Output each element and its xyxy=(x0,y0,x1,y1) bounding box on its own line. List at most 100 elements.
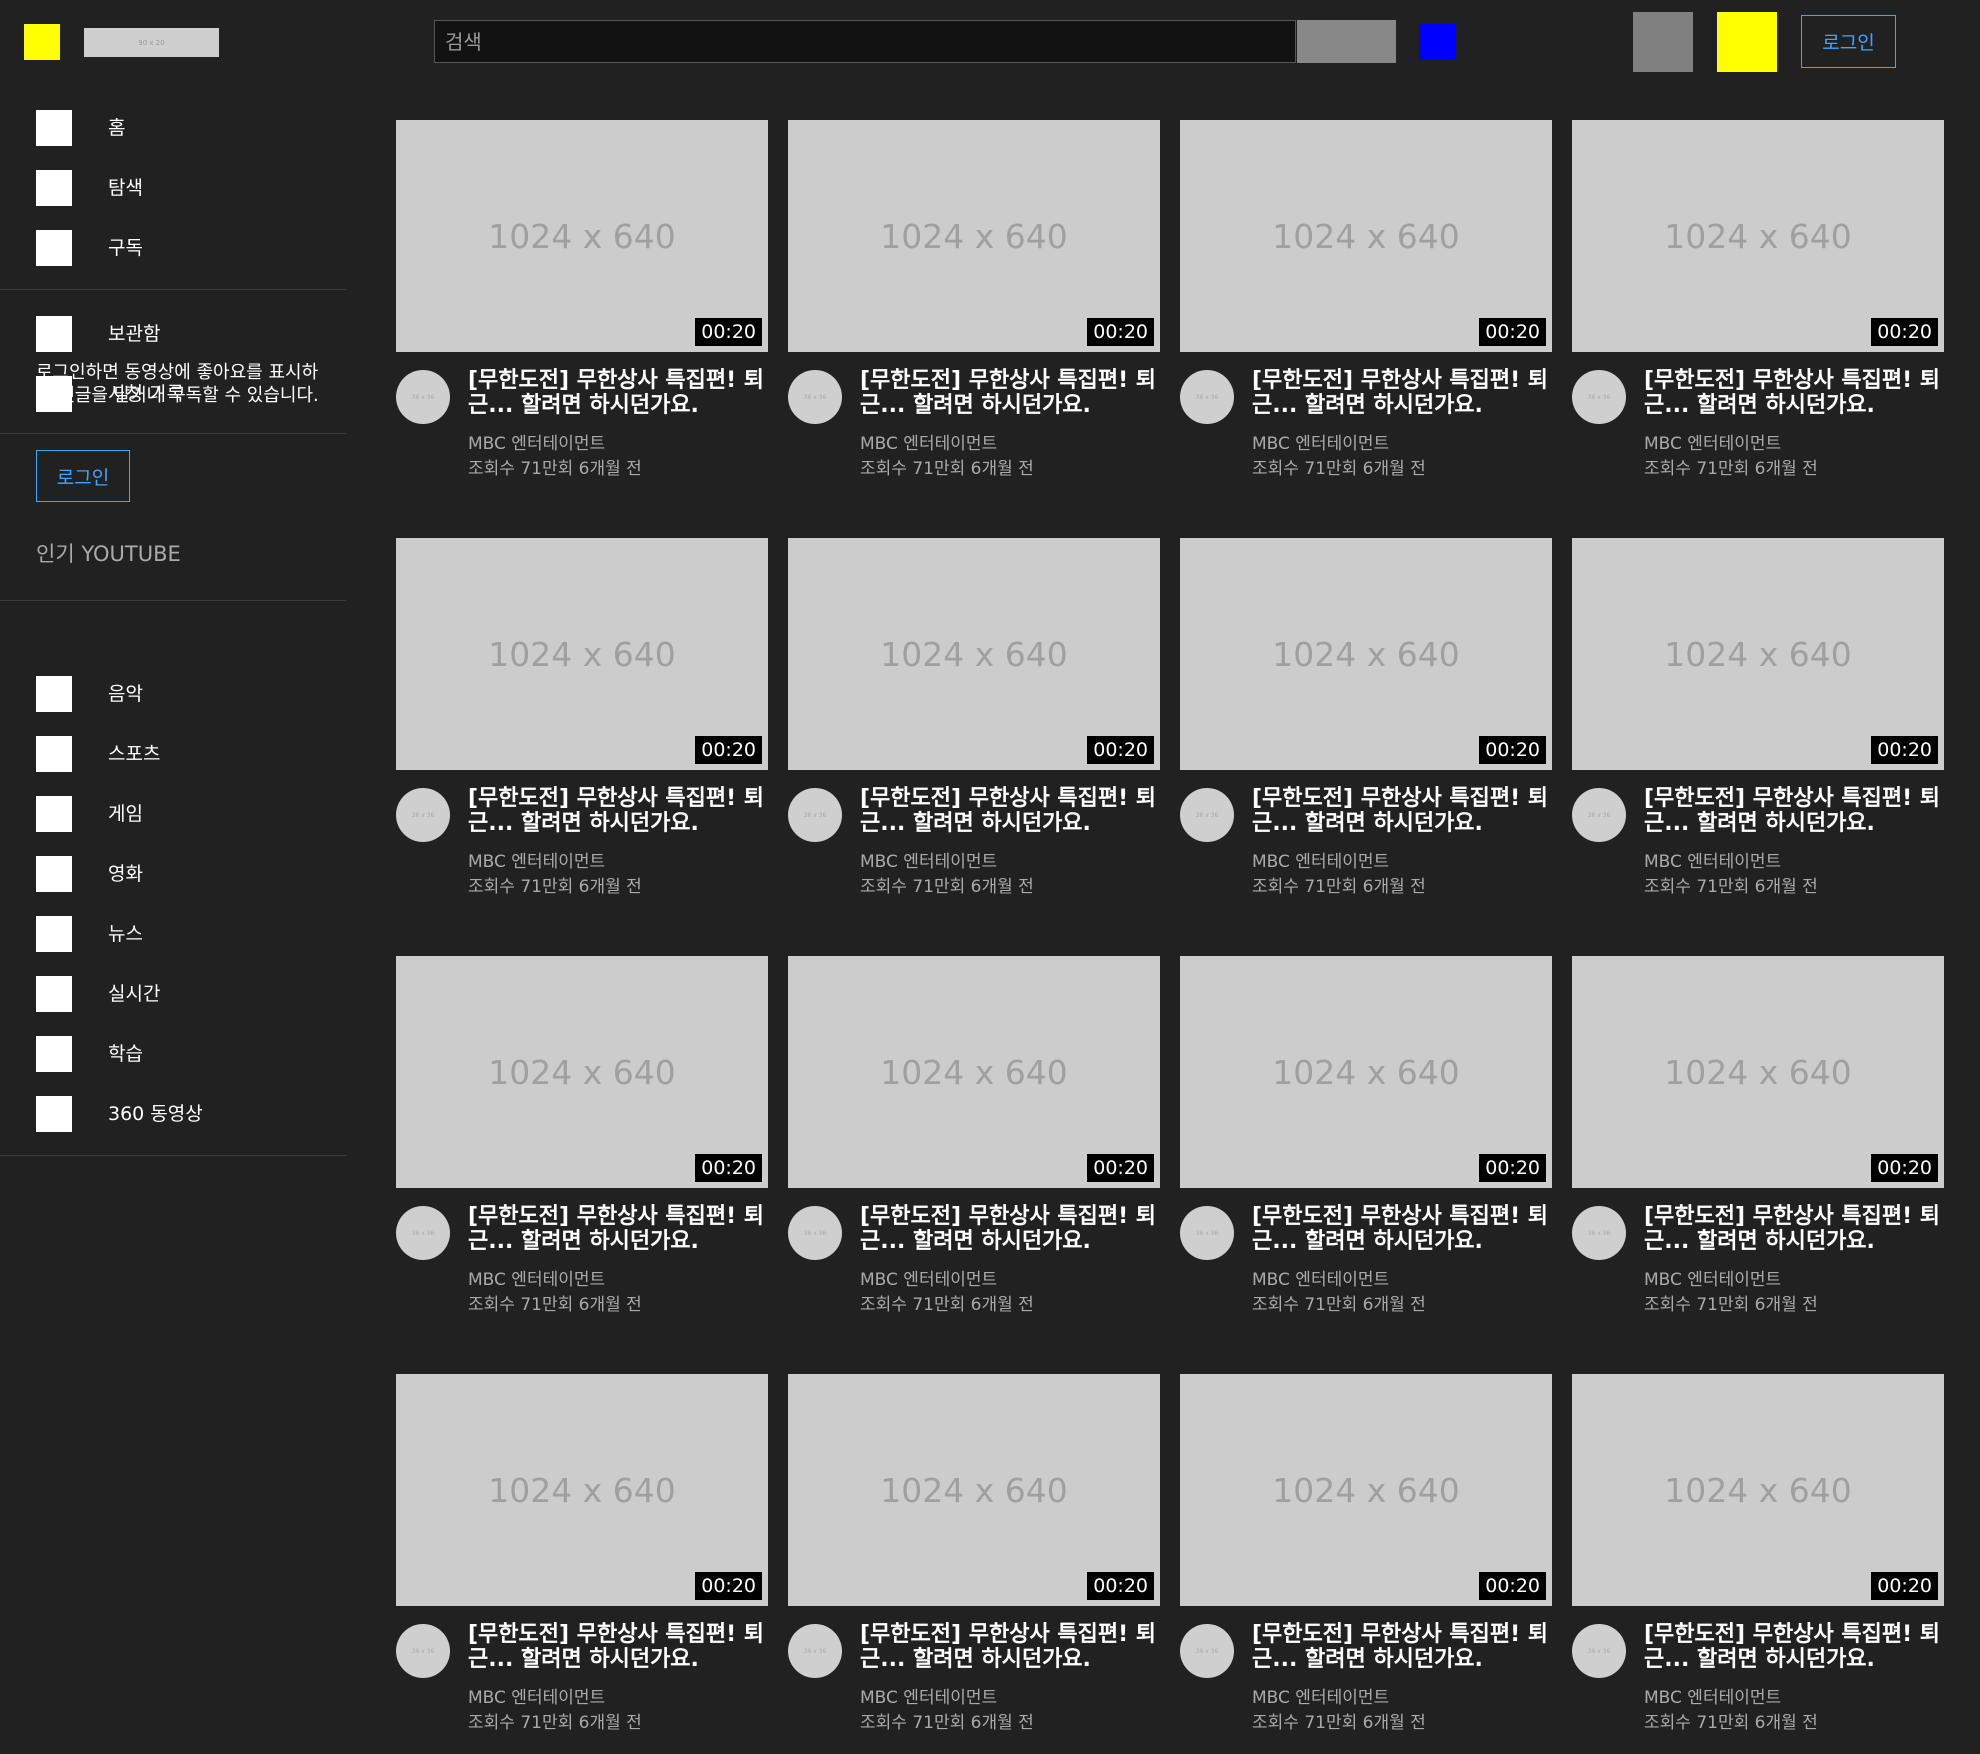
logo[interactable]: 90 x 20 xyxy=(84,28,219,57)
channel-name[interactable]: MBC 엔터테이먼트 xyxy=(1252,1265,1389,1290)
video-thumbnail[interactable]: 1024 x 640 00:20 xyxy=(788,120,1160,352)
video-thumbnail[interactable]: 1024 x 640 00:20 xyxy=(1572,120,1944,352)
video-thumbnail[interactable]: 1024 x 640 00:20 xyxy=(396,120,768,352)
channel-avatar[interactable]: 36 x 36 xyxy=(1572,1624,1626,1678)
channel-name[interactable]: MBC 엔터테이먼트 xyxy=(1252,847,1389,872)
channel-name[interactable]: MBC 엔터테이먼트 xyxy=(860,1683,997,1708)
video-title[interactable]: [무한도전] 무한상사 특집편! 퇴근... 할려면 하시던가요. xyxy=(860,368,1156,418)
header-login-button[interactable]: 로그인 xyxy=(1801,15,1896,68)
video-title[interactable]: [무한도전] 무한상사 특집편! 퇴근... 할려면 하시던가요. xyxy=(860,1622,1156,1672)
channel-avatar[interactable]: 36 x 36 xyxy=(788,370,842,424)
video-card[interactable]: 1024 x 640 00:20 36 x 36 [무한도전] 무한상사 특집편! 퇴… xyxy=(788,1374,1160,1754)
channel-avatar[interactable]: 36 x 36 xyxy=(788,1206,842,1260)
sidebar-item[interactable]: 탐색 xyxy=(0,164,346,214)
video-card[interactable]: 1024 x 640 00:20 36 x 36 [무한도전] 무한상사 특집편! 퇴… xyxy=(1572,956,1944,1336)
channel-avatar[interactable]: 36 x 36 xyxy=(396,1624,450,1678)
sidebar-item[interactable]: 음악 xyxy=(0,670,346,720)
channel-name[interactable]: MBC 엔터테이먼트 xyxy=(860,1265,997,1290)
channel-avatar[interactable]: 36 x 36 xyxy=(396,1206,450,1260)
video-thumbnail[interactable]: 1024 x 640 00:20 xyxy=(396,1374,768,1606)
video-card[interactable]: 1024 x 640 00:20 36 x 36 [무한도전] 무한상사 특집편! 퇴… xyxy=(396,1374,768,1754)
channel-avatar[interactable]: 36 x 36 xyxy=(788,788,842,842)
video-thumbnail[interactable]: 1024 x 640 00:20 xyxy=(1180,538,1552,770)
channel-avatar[interactable]: 36 x 36 xyxy=(788,1624,842,1678)
channel-name[interactable]: MBC 엔터테이먼트 xyxy=(1644,1265,1781,1290)
channel-avatar[interactable]: 36 x 36 xyxy=(1180,1624,1234,1678)
sidebar-item[interactable]: 스포츠 xyxy=(0,730,346,780)
video-title[interactable]: [무한도전] 무한상사 특집편! 퇴근... 할려면 하시던가요. xyxy=(1644,368,1940,418)
video-title[interactable]: [무한도전] 무한상사 특집편! 퇴근... 할려면 하시던가요. xyxy=(468,1622,764,1672)
channel-name[interactable]: MBC 엔터테이먼트 xyxy=(468,1683,605,1708)
video-card[interactable]: 1024 x 640 00:20 36 x 36 [무한도전] 무한상사 특집편! 퇴… xyxy=(788,956,1160,1336)
channel-avatar[interactable]: 36 x 36 xyxy=(1572,788,1626,842)
channel-avatar[interactable]: 36 x 36 xyxy=(1572,1206,1626,1260)
channel-avatar[interactable]: 36 x 36 xyxy=(1572,370,1626,424)
video-title[interactable]: [무한도전] 무한상사 특집편! 퇴근... 할려면 하시던가요. xyxy=(860,786,1156,836)
video-card[interactable]: 1024 x 640 00:20 36 x 36 [무한도전] 무한상사 특집편! 퇴… xyxy=(1180,1374,1552,1754)
channel-avatar[interactable]: 36 x 36 xyxy=(1180,788,1234,842)
video-title[interactable]: [무한도전] 무한상사 특집편! 퇴근... 할려면 하시던가요. xyxy=(1644,1622,1940,1672)
video-title[interactable]: [무한도전] 무한상사 특집편! 퇴근... 할려면 하시던가요. xyxy=(468,368,764,418)
video-card[interactable]: 1024 x 640 00:20 36 x 36 [무한도전] 무한상사 특집편! 퇴… xyxy=(1180,538,1552,918)
channel-name[interactable]: MBC 엔터테이먼트 xyxy=(468,847,605,872)
video-card[interactable]: 1024 x 640 00:20 36 x 36 [무한도전] 무한상사 특집편! 퇴… xyxy=(788,538,1160,918)
video-card[interactable]: 1024 x 640 00:20 36 x 36 [무한도전] 무한상사 특집편! 퇴… xyxy=(1180,120,1552,500)
video-card[interactable]: 1024 x 640 00:20 36 x 36 [무한도전] 무한상사 특집편! 퇴… xyxy=(1572,1374,1944,1754)
channel-avatar[interactable]: 36 x 36 xyxy=(396,788,450,842)
settings-icon[interactable] xyxy=(1717,12,1777,72)
channel-name[interactable]: MBC 엔터테이먼트 xyxy=(1252,1683,1389,1708)
video-thumbnail[interactable]: 1024 x 640 00:20 xyxy=(788,1374,1160,1606)
channel-name[interactable]: MBC 엔터테이먼트 xyxy=(1252,429,1389,454)
sidebar-item[interactable]: 뉴스 xyxy=(0,910,346,960)
channel-name[interactable]: MBC 엔터테이먼트 xyxy=(468,429,605,454)
search-input[interactable] xyxy=(434,20,1296,63)
video-title[interactable]: [무한도전] 무한상사 특집편! 퇴근... 할려면 하시던가요. xyxy=(1644,1204,1940,1254)
menu-icon[interactable] xyxy=(24,24,60,60)
channel-name[interactable]: MBC 엔터테이먼트 xyxy=(468,1265,605,1290)
video-thumbnail[interactable]: 1024 x 640 00:20 xyxy=(1180,120,1552,352)
channel-name[interactable]: MBC 엔터테이먼트 xyxy=(1644,847,1781,872)
channel-name[interactable]: MBC 엔터테이먼트 xyxy=(860,847,997,872)
sidebar-item[interactable]: 홈 xyxy=(0,104,346,154)
sidebar-item[interactable]: 영화 xyxy=(0,850,346,900)
video-card[interactable]: 1024 x 640 00:20 36 x 36 [무한도전] 무한상사 특집편! 퇴… xyxy=(396,538,768,918)
channel-avatar[interactable]: 36 x 36 xyxy=(1180,370,1234,424)
sidebar-item[interactable]: 게임 xyxy=(0,790,346,840)
video-title[interactable]: [무한도전] 무한상사 특집편! 퇴근... 할려면 하시던가요. xyxy=(1252,1622,1548,1672)
video-thumbnail[interactable]: 1024 x 640 00:20 xyxy=(396,956,768,1188)
channel-avatar[interactable]: 36 x 36 xyxy=(1180,1206,1234,1260)
video-title[interactable]: [무한도전] 무한상사 특집편! 퇴근... 할려면 하시던가요. xyxy=(1252,1204,1548,1254)
video-card[interactable]: 1024 x 640 00:20 36 x 36 [무한도전] 무한상사 특집편! 퇴… xyxy=(1572,120,1944,500)
video-title[interactable]: [무한도전] 무한상사 특집편! 퇴근... 할려면 하시던가요. xyxy=(468,1204,764,1254)
sidebar-item[interactable]: 360 동영상 xyxy=(0,1090,346,1140)
voice-search-icon[interactable] xyxy=(1419,24,1455,60)
channel-name[interactable]: MBC 엔터테이먼트 xyxy=(1644,429,1781,454)
video-thumbnail[interactable]: 1024 x 640 00:20 xyxy=(1572,538,1944,770)
channel-avatar[interactable]: 36 x 36 xyxy=(396,370,450,424)
apps-icon[interactable] xyxy=(1633,12,1693,72)
video-card[interactable]: 1024 x 640 00:20 36 x 36 [무한도전] 무한상사 특집편! 퇴… xyxy=(788,120,1160,500)
video-thumbnail[interactable]: 1024 x 640 00:20 xyxy=(1180,956,1552,1188)
video-card[interactable]: 1024 x 640 00:20 36 x 36 [무한도전] 무한상사 특집편! 퇴… xyxy=(396,120,768,500)
sidebar-item[interactable]: 학습 xyxy=(0,1030,346,1080)
sidebar-login-button[interactable]: 로그인 xyxy=(36,450,130,502)
video-title[interactable]: [무한도전] 무한상사 특집편! 퇴근... 할려면 하시던가요. xyxy=(860,1204,1156,1254)
video-card[interactable]: 1024 x 640 00:20 36 x 36 [무한도전] 무한상사 특집편! 퇴… xyxy=(396,956,768,1336)
search-button[interactable] xyxy=(1297,20,1396,63)
video-thumbnail[interactable]: 1024 x 640 00:20 xyxy=(396,538,768,770)
video-title[interactable]: [무한도전] 무한상사 특집편! 퇴근... 할려면 하시던가요. xyxy=(1252,786,1548,836)
video-thumbnail[interactable]: 1024 x 640 00:20 xyxy=(788,538,1160,770)
sidebar-item[interactable]: 구독 xyxy=(0,224,346,274)
video-thumbnail[interactable]: 1024 x 640 00:20 xyxy=(1572,1374,1944,1606)
video-title[interactable]: [무한도전] 무한상사 특집편! 퇴근... 할려면 하시던가요. xyxy=(468,786,764,836)
sidebar-item[interactable]: 실시간 xyxy=(0,970,346,1020)
video-thumbnail[interactable]: 1024 x 640 00:20 xyxy=(788,956,1160,1188)
sidebar-item[interactable]: 보관함 xyxy=(0,310,346,360)
video-title[interactable]: [무한도전] 무한상사 특집편! 퇴근... 할려면 하시던가요. xyxy=(1644,786,1940,836)
channel-name[interactable]: MBC 엔터테이먼트 xyxy=(860,429,997,454)
video-thumbnail[interactable]: 1024 x 640 00:20 xyxy=(1572,956,1944,1188)
channel-name[interactable]: MBC 엔터테이먼트 xyxy=(1644,1683,1781,1708)
video-thumbnail[interactable]: 1024 x 640 00:20 xyxy=(1180,1374,1552,1606)
video-card[interactable]: 1024 x 640 00:20 36 x 36 [무한도전] 무한상사 특집편! 퇴… xyxy=(1180,956,1552,1336)
video-card[interactable]: 1024 x 640 00:20 36 x 36 [무한도전] 무한상사 특집편! 퇴… xyxy=(1572,538,1944,918)
